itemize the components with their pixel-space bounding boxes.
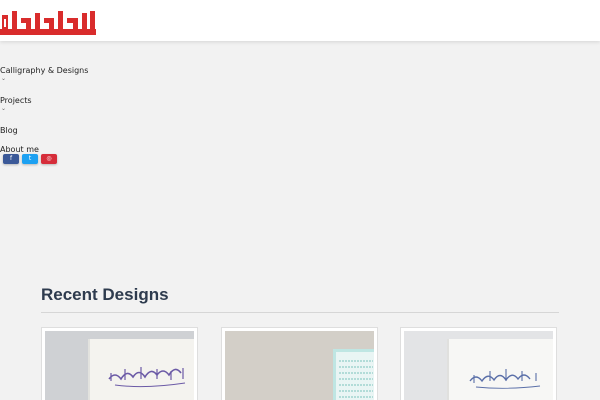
- twitter-icon[interactable]: t: [22, 154, 38, 164]
- calligraphy-artwork-purple-icon: [88, 339, 194, 400]
- nav-item-calligraphy-designs[interactable]: Calligraphy & Designs: [0, 66, 88, 75]
- site-logo[interactable]: [0, 9, 96, 37]
- recent-designs-heading: Recent Designs: [41, 285, 169, 304]
- nav-item-label: Projects: [0, 96, 32, 105]
- nav-item-label: Calligraphy & Designs: [0, 66, 89, 75]
- nav-item-blog[interactable]: Blog: [0, 126, 18, 135]
- design-card[interactable]: [41, 327, 198, 400]
- nav-item-about-me[interactable]: About me: [0, 145, 39, 154]
- design-thumbnail: [45, 331, 194, 400]
- section-divider: [41, 312, 559, 313]
- nav-item-label: Blog: [0, 126, 18, 135]
- nav-item-projects[interactable]: Projects: [0, 96, 32, 105]
- design-thumbnail: [225, 331, 374, 400]
- calligraphy-artwork-blue-icon: [447, 339, 553, 400]
- design-card[interactable]: [221, 327, 378, 400]
- design-card[interactable]: [400, 327, 557, 400]
- facebook-icon[interactable]: f: [3, 154, 19, 164]
- design-thumbnail: [404, 331, 553, 400]
- chevron-down-icon[interactable]: ⌄: [1, 106, 6, 112]
- nav-item-label: About me: [0, 145, 39, 154]
- chevron-down-icon[interactable]: ⌄: [1, 76, 6, 82]
- instagram-icon[interactable]: ◎: [41, 154, 57, 164]
- site-header: [0, 0, 600, 41]
- calligraphy-artwork-teal-icon: [333, 349, 374, 400]
